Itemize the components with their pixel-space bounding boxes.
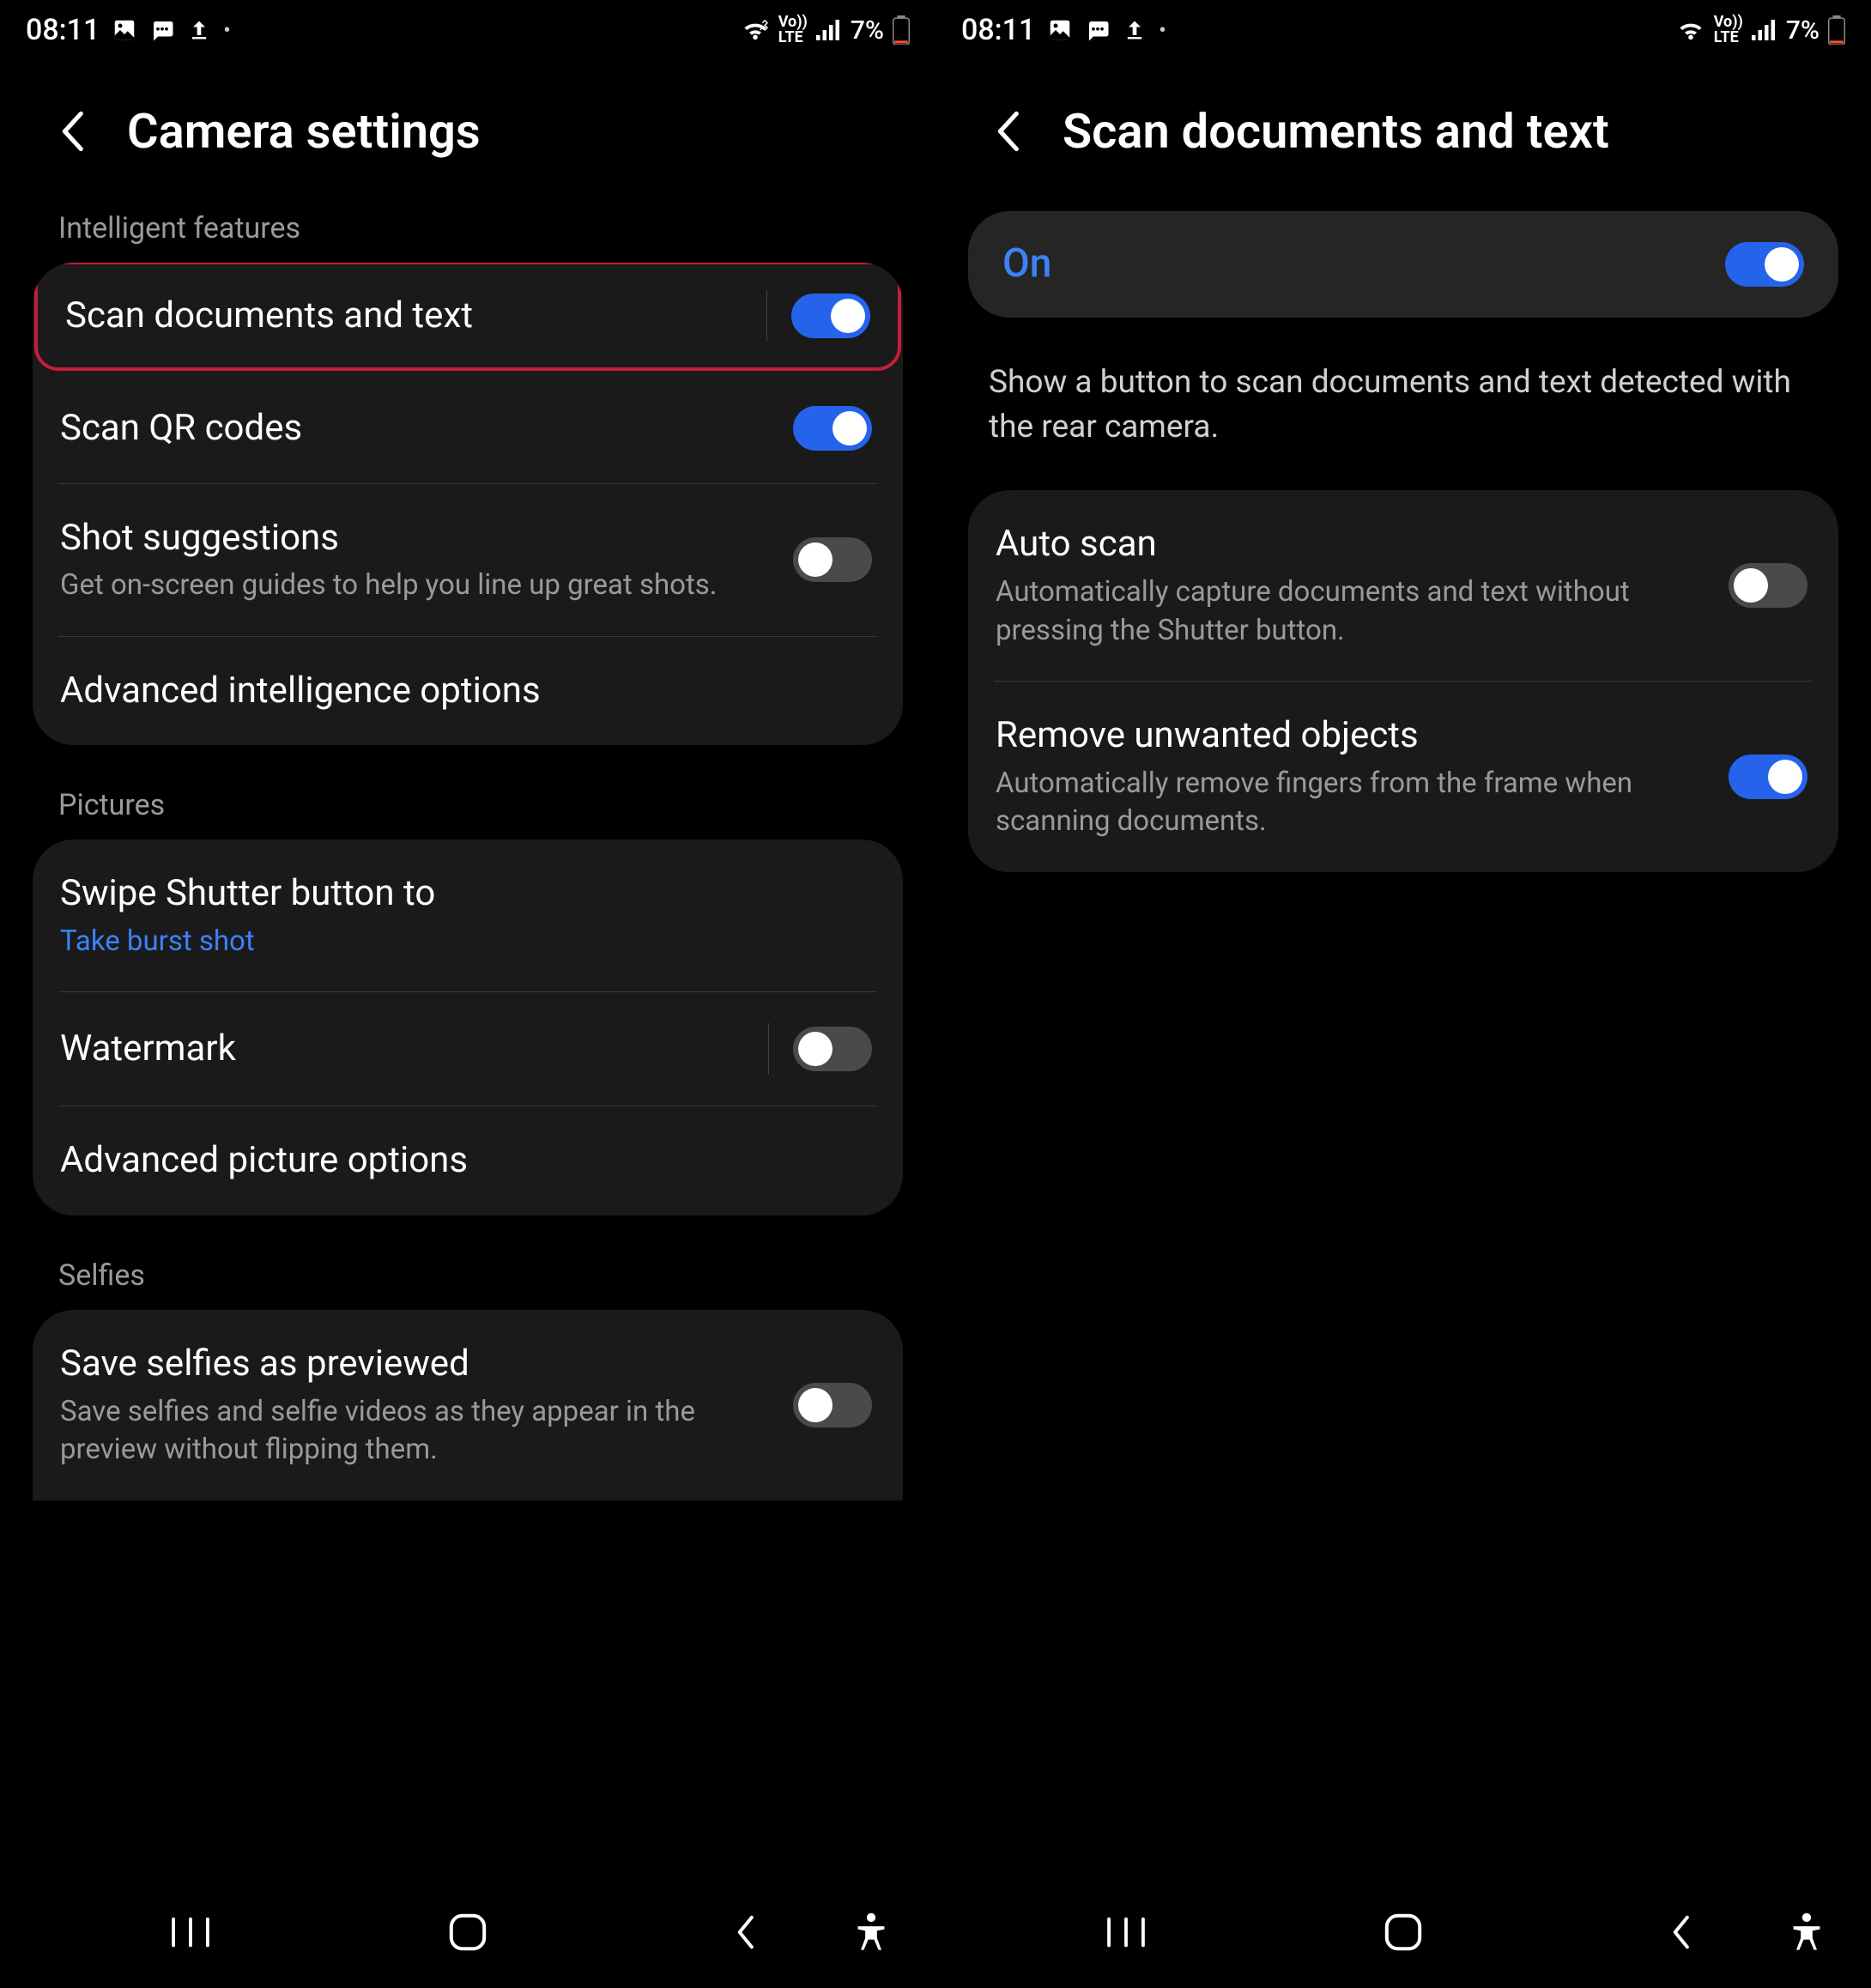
battery-percent: 7% [1786, 15, 1820, 45]
gallery-icon [112, 17, 137, 43]
master-label: On [1002, 239, 1708, 290]
page-title: Camera settings [127, 103, 481, 160]
row-save-selfies[interactable]: Save selfies as previewed Save selfies a… [33, 1310, 903, 1500]
messages-icon [149, 17, 175, 43]
section-selfies-label: Selfies [0, 1258, 936, 1310]
row-auto-scan[interactable]: Auto scan Automatically capture document… [968, 490, 1838, 681]
signal-icon [1752, 19, 1777, 41]
volte-icon: Vo))LTE [1714, 15, 1743, 45]
battery-icon [893, 15, 910, 45]
page-title: Scan documents and text [1063, 103, 1609, 160]
toggle-watermark[interactable] [793, 1027, 872, 1071]
battery-percent: 7% [851, 15, 884, 45]
nav-recents[interactable] [1096, 1902, 1156, 1962]
divider [766, 290, 767, 342]
row-watermark[interactable]: Watermark [33, 992, 903, 1106]
nav-back[interactable] [715, 1902, 775, 1962]
nav-home[interactable] [438, 1902, 498, 1962]
row-adv-intel[interactable]: Advanced intelligence options [33, 637, 903, 746]
adv-pic-title: Advanced picture options [60, 1137, 855, 1185]
phone-right: 08:11 • Vo))LTE 7% Scan documents and te… [936, 0, 1871, 1988]
save-selfies-sub: Save selfies and selfie videos as they a… [60, 1393, 776, 1470]
section-pictures-label: Pictures [0, 788, 936, 839]
row-adv-picture[interactable]: Advanced picture options [33, 1106, 903, 1215]
card-pictures: Swipe Shutter button to Take burst shot … [33, 839, 903, 1215]
upload-icon [1123, 16, 1147, 44]
adv-intel-title: Advanced intelligence options [60, 668, 855, 715]
back-button[interactable] [987, 111, 1028, 152]
phone-left: 08:11 • Vo))LTE 7% Camera settings Intel… [0, 0, 936, 1988]
shot-sug-sub: Get on-screen guides to help you line up… [60, 567, 776, 605]
toggle-scan-docs[interactable] [791, 294, 870, 338]
header: Scan documents and text [936, 60, 1871, 211]
battery-icon [1828, 15, 1845, 45]
toggle-shot-sug[interactable] [793, 537, 872, 582]
highlight-scan-docs: Scan documents and text [34, 263, 901, 371]
more-dot-icon: • [1159, 18, 1166, 42]
section-intelligent-label: Intelligent features [0, 211, 936, 263]
signal-icon [816, 19, 842, 41]
back-button[interactable] [51, 111, 93, 152]
nav-bar [936, 1876, 1871, 1988]
messages-icon [1085, 17, 1111, 43]
card-selfies: Save selfies as previewed Save selfies a… [33, 1310, 903, 1500]
status-bar: 08:11 • Vo))LTE 7% [0, 0, 936, 60]
wifi-icon [1676, 18, 1705, 42]
header: Camera settings [0, 60, 936, 211]
shot-sug-title: Shot suggestions [60, 515, 776, 562]
feature-description: Show a button to scan documents and text… [936, 335, 1871, 491]
nav-back[interactable] [1650, 1902, 1711, 1962]
row-scan-qr[interactable]: Scan QR codes [33, 374, 903, 483]
row-master-toggle[interactable]: On [968, 211, 1838, 318]
toggle-remove-objects[interactable] [1729, 755, 1807, 799]
wifi-icon [741, 18, 770, 42]
status-bar: 08:11 • Vo))LTE 7% [936, 0, 1871, 60]
gallery-icon [1047, 17, 1073, 43]
scan-docs-title: Scan documents and text [65, 293, 741, 340]
remove-obj-sub: Automatically remove fingers from the fr… [996, 765, 1711, 841]
swipe-sub: Take burst shot [60, 923, 855, 961]
card-scan-options: Auto scan Automatically capture document… [968, 490, 1838, 871]
divider [768, 1023, 769, 1075]
card-intelligent: Scan documents and text Scan QR codes Sh… [33, 263, 903, 745]
remove-obj-title: Remove unwanted objects [996, 712, 1711, 760]
volte-icon: Vo))LTE [778, 15, 808, 45]
status-time: 08:11 [26, 13, 100, 47]
save-selfies-title: Save selfies as previewed [60, 1341, 776, 1388]
row-shot-suggestions[interactable]: Shot suggestions Get on-screen guides to… [33, 484, 903, 636]
auto-scan-title: Auto scan [996, 521, 1711, 568]
nav-bar [0, 1876, 936, 1988]
status-time: 08:11 [961, 13, 1035, 47]
auto-scan-sub: Automatically capture documents and text… [996, 573, 1711, 650]
scan-qr-title: Scan QR codes [60, 405, 776, 452]
nav-recents[interactable] [160, 1902, 221, 1962]
toggle-scan-qr[interactable] [793, 406, 872, 451]
nav-home[interactable] [1373, 1902, 1433, 1962]
toggle-auto-scan[interactable] [1729, 563, 1807, 608]
nav-accessibility[interactable] [841, 1902, 901, 1962]
toggle-master[interactable] [1725, 242, 1804, 287]
more-dot-icon: • [223, 18, 230, 42]
row-remove-objects[interactable]: Remove unwanted objects Automatically re… [968, 682, 1838, 872]
upload-icon [187, 16, 211, 44]
nav-accessibility[interactable] [1777, 1902, 1837, 1962]
toggle-save-selfies[interactable] [793, 1383, 872, 1427]
master-toggle-card: On [968, 211, 1838, 318]
watermark-title: Watermark [60, 1026, 742, 1073]
swipe-title: Swipe Shutter button to [60, 870, 855, 918]
row-scan-docs[interactable]: Scan documents and text [38, 264, 898, 367]
row-swipe-shutter[interactable]: Swipe Shutter button to Take burst shot [33, 839, 903, 991]
